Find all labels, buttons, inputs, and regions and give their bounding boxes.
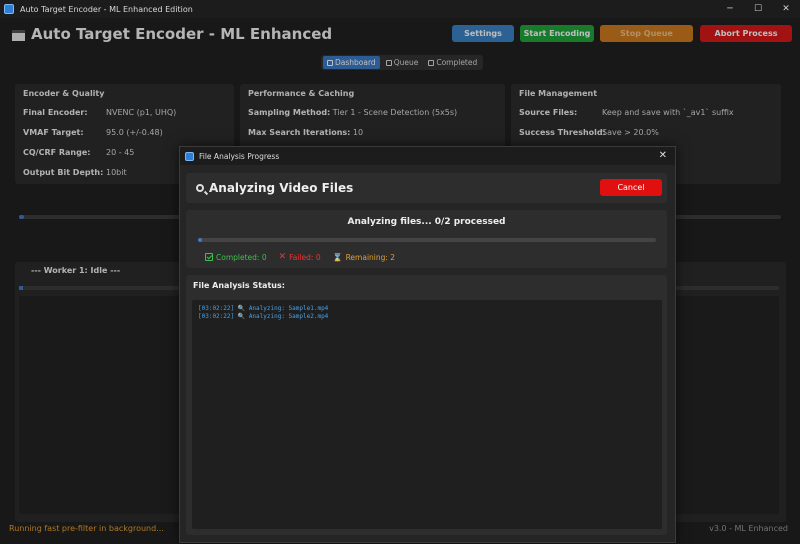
dialog-heading: Analyzing Video Files — [209, 181, 354, 195]
analysis-progress-fill — [198, 238, 202, 242]
status-title: File Analysis Status: — [193, 281, 285, 290]
completed-count: Completed: 0 — [216, 252, 267, 262]
close-icon[interactable]: ✕ — [772, 0, 800, 18]
minimize-icon[interactable]: ─ — [716, 0, 744, 18]
progress-text: Analyzing files... 0/2 processed — [347, 217, 506, 227]
cross-icon: ✕ — [278, 252, 287, 262]
dialog-title: File Analysis Progress — [199, 151, 280, 161]
magnifier-icon — [196, 184, 204, 192]
dialog-header: Analyzing Video Files Cancel — [186, 173, 667, 203]
file-analysis-dialog: File Analysis Progress ✕ Analyzing Video… — [179, 146, 676, 543]
failed-stat: ✕ Failed: 0 — [279, 252, 321, 262]
check-icon — [205, 253, 213, 261]
maximize-icon[interactable]: ☐ — [744, 0, 772, 18]
log-line: [03:02:22] 🔍 Analyzing: Sample1.mp4 — [198, 305, 329, 312]
remaining-stat: ⌛ Remaining: 2 — [333, 252, 395, 262]
hourglass-icon: ⌛ — [332, 252, 343, 262]
dialog-titlebar: File Analysis Progress ✕ — [180, 147, 675, 165]
analysis-log[interactable]: [03:02:22] 🔍 Analyzing: Sample1.mp4 [03:… — [192, 300, 662, 529]
app-icon — [4, 4, 14, 14]
analysis-progress-bar — [198, 238, 656, 242]
cancel-button[interactable]: Cancel — [600, 179, 662, 196]
window-title: Auto Target Encoder - ML Enhanced Editio… — [20, 4, 193, 14]
completed-stat: Completed: 0 — [205, 252, 267, 262]
window-controls: ─ ☐ ✕ — [716, 0, 800, 18]
remaining-count: Remaining: 2 — [345, 252, 396, 262]
failed-count: Failed: 0 — [289, 252, 321, 262]
analysis-stats: Completed: 0 ✕ Failed: 0 ⌛ Remaining: 2 — [205, 252, 395, 262]
analysis-status-section: File Analysis Status: [03:02:22] 🔍 Analy… — [186, 275, 667, 535]
window-titlebar: Auto Target Encoder - ML Enhanced Editio… — [0, 0, 800, 18]
dialog-close-icon[interactable]: ✕ — [659, 150, 667, 161]
app-icon — [185, 151, 194, 161]
analysis-progress-section: Analyzing files... 0/2 processed Complet… — [186, 210, 667, 268]
log-line: [03:02:22] 🔍 Analyzing: Sample2.mp4 — [198, 313, 329, 320]
